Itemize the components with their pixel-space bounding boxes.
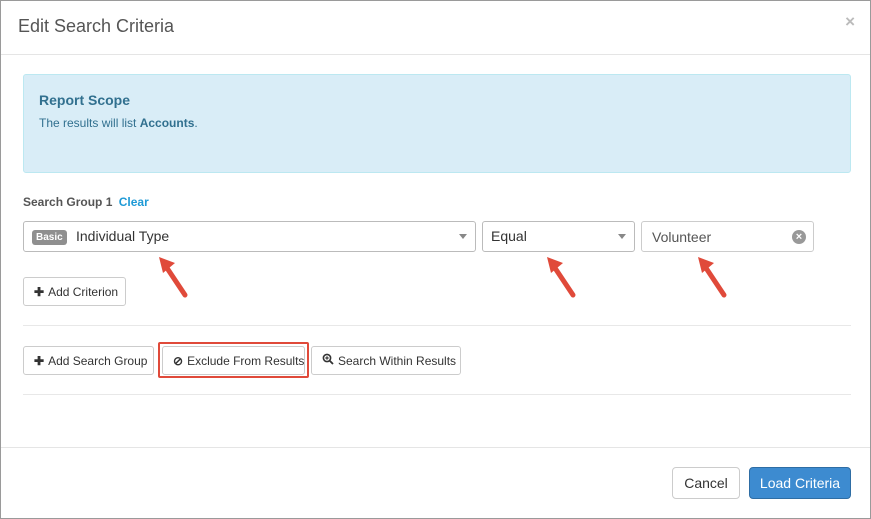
add-criterion-button[interactable]: ✚ Add Criterion (23, 277, 126, 306)
add-search-group-button[interactable]: ✚ Add Search Group (23, 346, 154, 375)
modal-title: Edit Search Criteria (18, 16, 175, 36)
annotation-arrow-icon (547, 257, 576, 298)
criterion-value-text: Volunteer (652, 229, 712, 245)
scope-text-suffix: . (194, 116, 198, 130)
report-scope-text: The results will list Accounts. (39, 116, 198, 130)
chevron-down-icon (618, 234, 626, 239)
exclude-from-results-label: Exclude From Results (187, 353, 305, 368)
criterion-field-value: Individual Type (76, 228, 170, 244)
chevron-down-icon (459, 234, 467, 239)
modal-dialog: Edit Search Criteria × Report Scope The … (0, 0, 871, 519)
divider (23, 394, 851, 395)
plus-icon: ✚ (34, 284, 45, 299)
report-scope-panel: Report Scope The results will list Accou… (23, 74, 851, 173)
divider (23, 325, 851, 326)
scope-text-prefix: The results will list (39, 116, 140, 130)
criterion-operator-value: Equal (491, 228, 527, 244)
load-criteria-button[interactable]: Load Criteria (749, 467, 851, 499)
annotation-arrow-icon (159, 257, 188, 298)
search-group-label: Search Group 1 Clear (23, 195, 149, 209)
search-group-title: Search Group 1 (23, 195, 113, 209)
scope-entity: Accounts (139, 116, 195, 130)
add-criterion-label: Add Criterion (48, 284, 119, 299)
criterion-value-input[interactable]: Volunteer × (641, 221, 814, 252)
search-within-results-button[interactable]: Search Within Results (311, 346, 461, 375)
report-scope-title: Report Scope (39, 92, 131, 108)
exclude-from-results-button[interactable]: ⊘ Exclude From Results (162, 346, 305, 375)
basic-badge: Basic (32, 230, 67, 245)
close-icon[interactable]: × (845, 12, 855, 32)
plus-icon: ✚ (34, 353, 45, 368)
add-search-group-label: Add Search Group (48, 353, 148, 368)
criterion-operator-select[interactable]: Equal (482, 221, 635, 252)
clear-group-link[interactable]: Clear (119, 195, 149, 209)
clear-value-icon[interactable]: × (792, 230, 806, 244)
criterion-field-select[interactable]: Basic Individual Type (23, 221, 476, 252)
zoom-in-icon (322, 353, 334, 368)
ban-icon: ⊘ (173, 353, 184, 368)
search-within-results-label: Search Within Results (338, 353, 457, 368)
cancel-button[interactable]: Cancel (672, 467, 740, 499)
modal-footer-divider (1, 447, 870, 448)
modal-header: Edit Search Criteria × (1, 1, 870, 55)
annotation-arrow-icon (698, 257, 727, 298)
